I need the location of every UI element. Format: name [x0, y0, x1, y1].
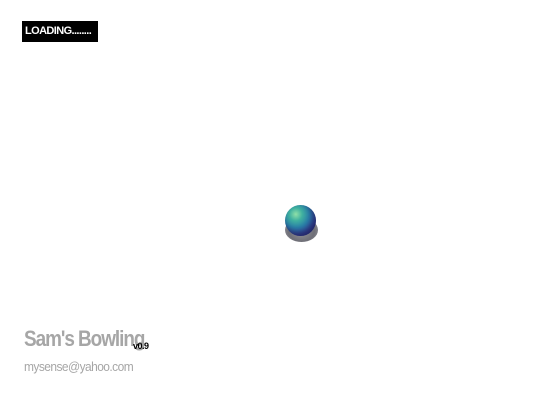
bowling-ball [285, 205, 316, 236]
bowling-ball-icon [284, 205, 320, 242]
loading-indicator: LOADING........ [22, 21, 98, 42]
game-title: Sam's Bowling [24, 326, 145, 351]
footer-title-row: Sam's Bowling v0.9 [24, 326, 164, 352]
game-stage: LOADING........ Sam's Bowling v0.9 mysen… [0, 0, 550, 400]
version-label: v0.9 [133, 341, 149, 351]
contact-email: mysense@yahoo.com [24, 359, 134, 374]
